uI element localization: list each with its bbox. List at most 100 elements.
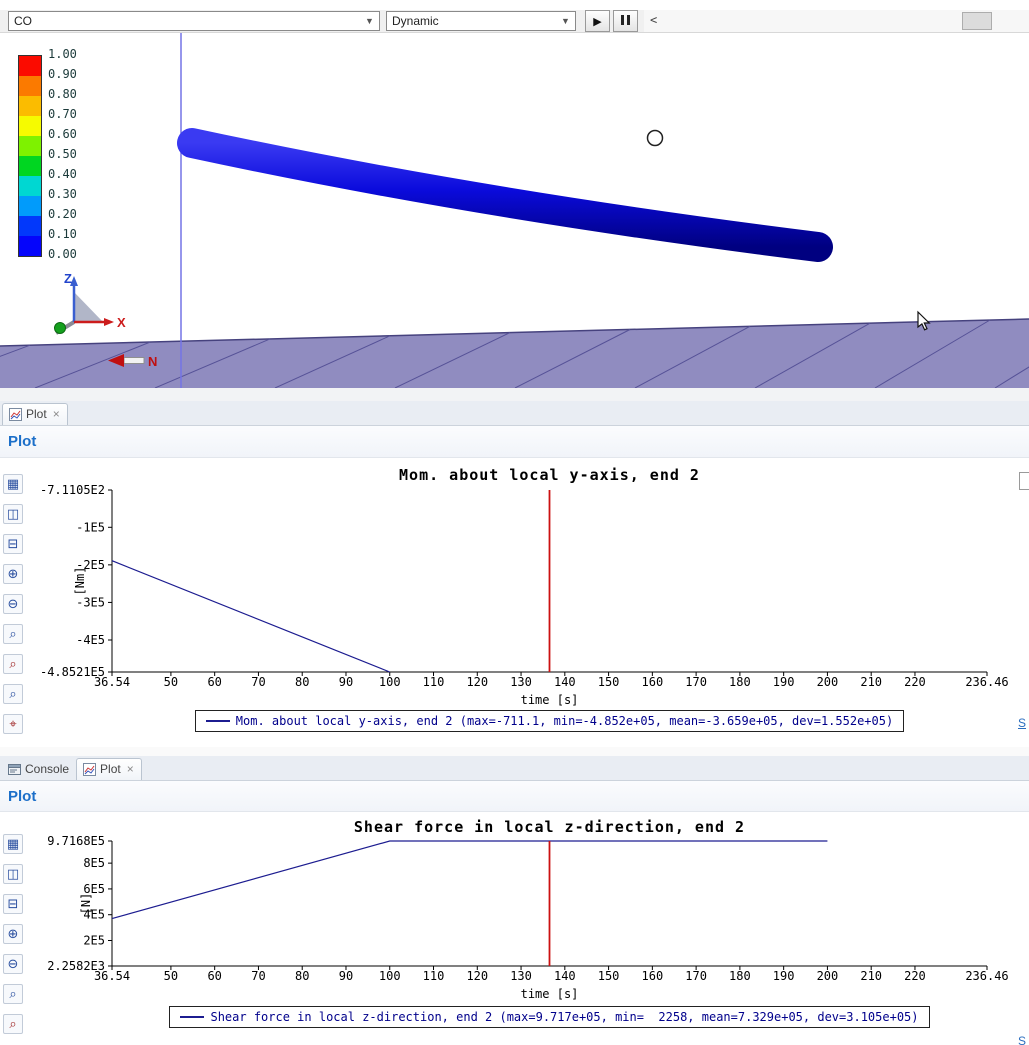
scroll-left-icon[interactable]: < (650, 13, 657, 27)
x-tick-label: 50 (164, 675, 178, 689)
tab-plot-1[interactable]: Plot × (2, 403, 68, 425)
panel2-tabbar: Console Plot × (0, 756, 1029, 781)
console-icon (8, 763, 21, 776)
x-tick-label: 110 (423, 969, 445, 983)
axes-triad: Z X (55, 271, 127, 334)
colorbar-label: 0.30 (48, 187, 77, 201)
y-tick-label: -7.1105E2 (40, 483, 105, 497)
chart1-canvas[interactable]: 36.5450607080901001101201301401501601701… (0, 462, 1029, 712)
cutoff-link-s2[interactable]: S (1018, 1034, 1026, 1045)
x-tick-label: 100 (379, 969, 401, 983)
x-tick-label: 190 (773, 675, 795, 689)
x-tick-label: 100 (379, 675, 401, 689)
y-tick-label: 9.7168E5 (47, 834, 105, 848)
mode-select[interactable]: Dynamic ▼ (386, 11, 576, 31)
z-axis-label: Z (64, 271, 72, 286)
cutoff-link-s1[interactable]: S (1018, 716, 1026, 730)
x-tick-label: 150 (598, 675, 620, 689)
colorbar-cell (19, 76, 41, 96)
chart2-legend-wrap: Shear force in local z-direction, end 2 … (112, 1006, 987, 1028)
panel1-header: Plot (0, 426, 1029, 458)
play-button[interactable]: ▶ (585, 10, 610, 32)
tab-plot-2[interactable]: Plot × (76, 758, 142, 780)
colorbar-cell (19, 156, 41, 176)
x-tick-label: 220 (904, 675, 926, 689)
application-window: CO ▼ Dynamic ▼ ▶ < (0, 0, 1029, 1045)
tab-label: Plot (26, 407, 47, 421)
legend-line-sample (180, 1016, 204, 1018)
x-tick-label: 140 (554, 675, 576, 689)
viewport-3d[interactable]: Z X N 1.000.900.800.700.600.500.400.300.… (0, 33, 1029, 388)
pause-icon (620, 15, 632, 28)
colorbar-cell (19, 96, 41, 116)
pause-button[interactable] (613, 10, 638, 32)
chart2-canvas[interactable]: 36.5450607080901001101201301401501601701… (0, 812, 1029, 1012)
close-icon[interactable]: × (127, 762, 134, 776)
x-tick-label: 60 (207, 675, 221, 689)
x-tick-label: 170 (685, 969, 707, 983)
colorbar-label: 0.60 (48, 127, 77, 141)
time-scrollbar[interactable]: < (644, 10, 1029, 32)
tab-label: Console (25, 762, 69, 776)
y-tick-label: -1E5 (76, 520, 105, 534)
chart2-legend: Shear force in local z-direction, end 2 … (169, 1006, 929, 1028)
scrollbar-thumb[interactable] (962, 12, 992, 30)
x-tick-label: 130 (510, 969, 532, 983)
splitter[interactable] (0, 388, 1029, 401)
colorbar-label: 0.80 (48, 87, 77, 101)
y-axis-label: [N] (79, 893, 93, 915)
x-axis-label: time [s] (521, 693, 579, 707)
y-tick-label: 2.2582E3 (47, 959, 105, 973)
x-tick-label: 236.46 (965, 675, 1008, 689)
x-tick-label: 236.46 (965, 969, 1008, 983)
zoom-reset-icon[interactable]: ⌖ (3, 714, 23, 734)
chevron-down-icon: ▼ (558, 12, 573, 30)
y-tick-label: -4E5 (76, 633, 105, 647)
zoom-x-icon[interactable]: ⌕ (3, 1014, 23, 1034)
splitter[interactable] (0, 747, 1029, 756)
x-tick-label: 120 (466, 969, 488, 983)
plot-icon (83, 763, 96, 776)
y-tick-label: -4.8521E5 (40, 665, 105, 679)
x-tick-label: 120 (466, 675, 488, 689)
tab-console[interactable]: Console (2, 759, 76, 780)
x-axis-label: time [s] (521, 987, 579, 1001)
colorbar-cell (19, 236, 41, 256)
plot-icon (9, 408, 22, 421)
colorbar-label: 0.70 (48, 107, 77, 121)
x-tick-label: 60 (207, 969, 221, 983)
close-icon[interactable]: × (53, 407, 60, 421)
3d-scene[interactable]: Z X N (0, 33, 1029, 388)
x-tick-label: 180 (729, 675, 751, 689)
x-tick-label: 90 (339, 969, 353, 983)
color-legend: 1.000.900.800.700.600.500.400.300.200.10… (18, 55, 98, 265)
colorbar-cells (18, 55, 42, 257)
panel2-header: Plot (0, 781, 1029, 812)
x-tick-label: 160 (642, 675, 664, 689)
node-marker[interactable] (648, 131, 663, 146)
beam-element[interactable] (192, 143, 818, 247)
legend-text: Shear force in local z-direction, end 2 … (210, 1010, 918, 1024)
window-top-strip (0, 0, 1029, 10)
colorbar-cell (19, 216, 41, 236)
colorbar-label: 0.40 (48, 167, 77, 181)
series-line (112, 841, 827, 919)
north-label: N (148, 354, 157, 369)
triad-plane (74, 292, 103, 322)
colorbar-label: 0.90 (48, 67, 77, 81)
panel1-title: Plot (8, 433, 36, 450)
condition-select[interactable]: CO ▼ (8, 11, 380, 31)
panel2-title: Plot (8, 788, 36, 805)
x-tick-label: 50 (164, 969, 178, 983)
colorbar-label: 0.00 (48, 247, 77, 261)
chart1-legend: Mom. about local y-axis, end 2 (max=-711… (195, 710, 904, 732)
scrollbar-cutoff[interactable] (1019, 472, 1029, 490)
chart1-legend-wrap: Mom. about local y-axis, end 2 (max=-711… (112, 710, 987, 732)
x-tick-label: 80 (295, 969, 309, 983)
colorbar-cell (19, 196, 41, 216)
colorbar-cell (19, 136, 41, 156)
x-tick-label: 180 (729, 969, 751, 983)
x-tick-label: 220 (904, 969, 926, 983)
x-tick-label: 210 (860, 969, 882, 983)
y-axis-label: [Nm] (73, 567, 87, 596)
